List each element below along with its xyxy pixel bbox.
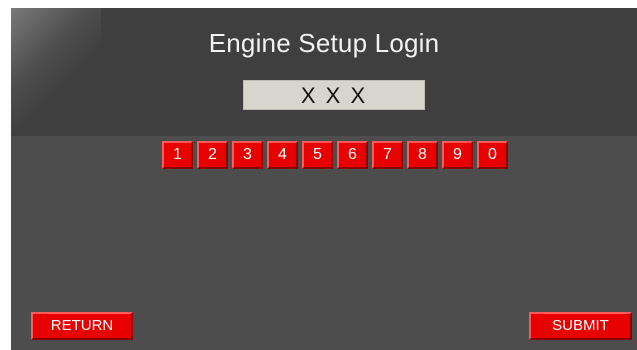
key-0-button[interactable]: 0 <box>477 141 508 169</box>
numeric-keypad: 1 2 3 4 5 6 7 8 9 0 <box>162 141 508 169</box>
key-7-button[interactable]: 7 <box>372 141 403 169</box>
submit-button[interactable]: SUBMIT <box>529 312 632 340</box>
key-6-button[interactable]: 6 <box>337 141 368 169</box>
login-screen: Engine Setup Login X X X 1 2 3 4 5 6 7 8… <box>11 8 637 350</box>
key-5-button[interactable]: 5 <box>302 141 333 169</box>
pin-display-field: X X X <box>243 80 425 110</box>
page-title: Engine Setup Login <box>208 28 440 58</box>
key-9-button[interactable]: 9 <box>442 141 473 169</box>
key-8-button[interactable]: 8 <box>407 141 438 169</box>
key-2-button[interactable]: 2 <box>197 141 228 169</box>
return-button[interactable]: RETURN <box>31 312 133 340</box>
key-1-button[interactable]: 1 <box>162 141 193 169</box>
key-4-button[interactable]: 4 <box>267 141 298 169</box>
key-3-button[interactable]: 3 <box>232 141 263 169</box>
